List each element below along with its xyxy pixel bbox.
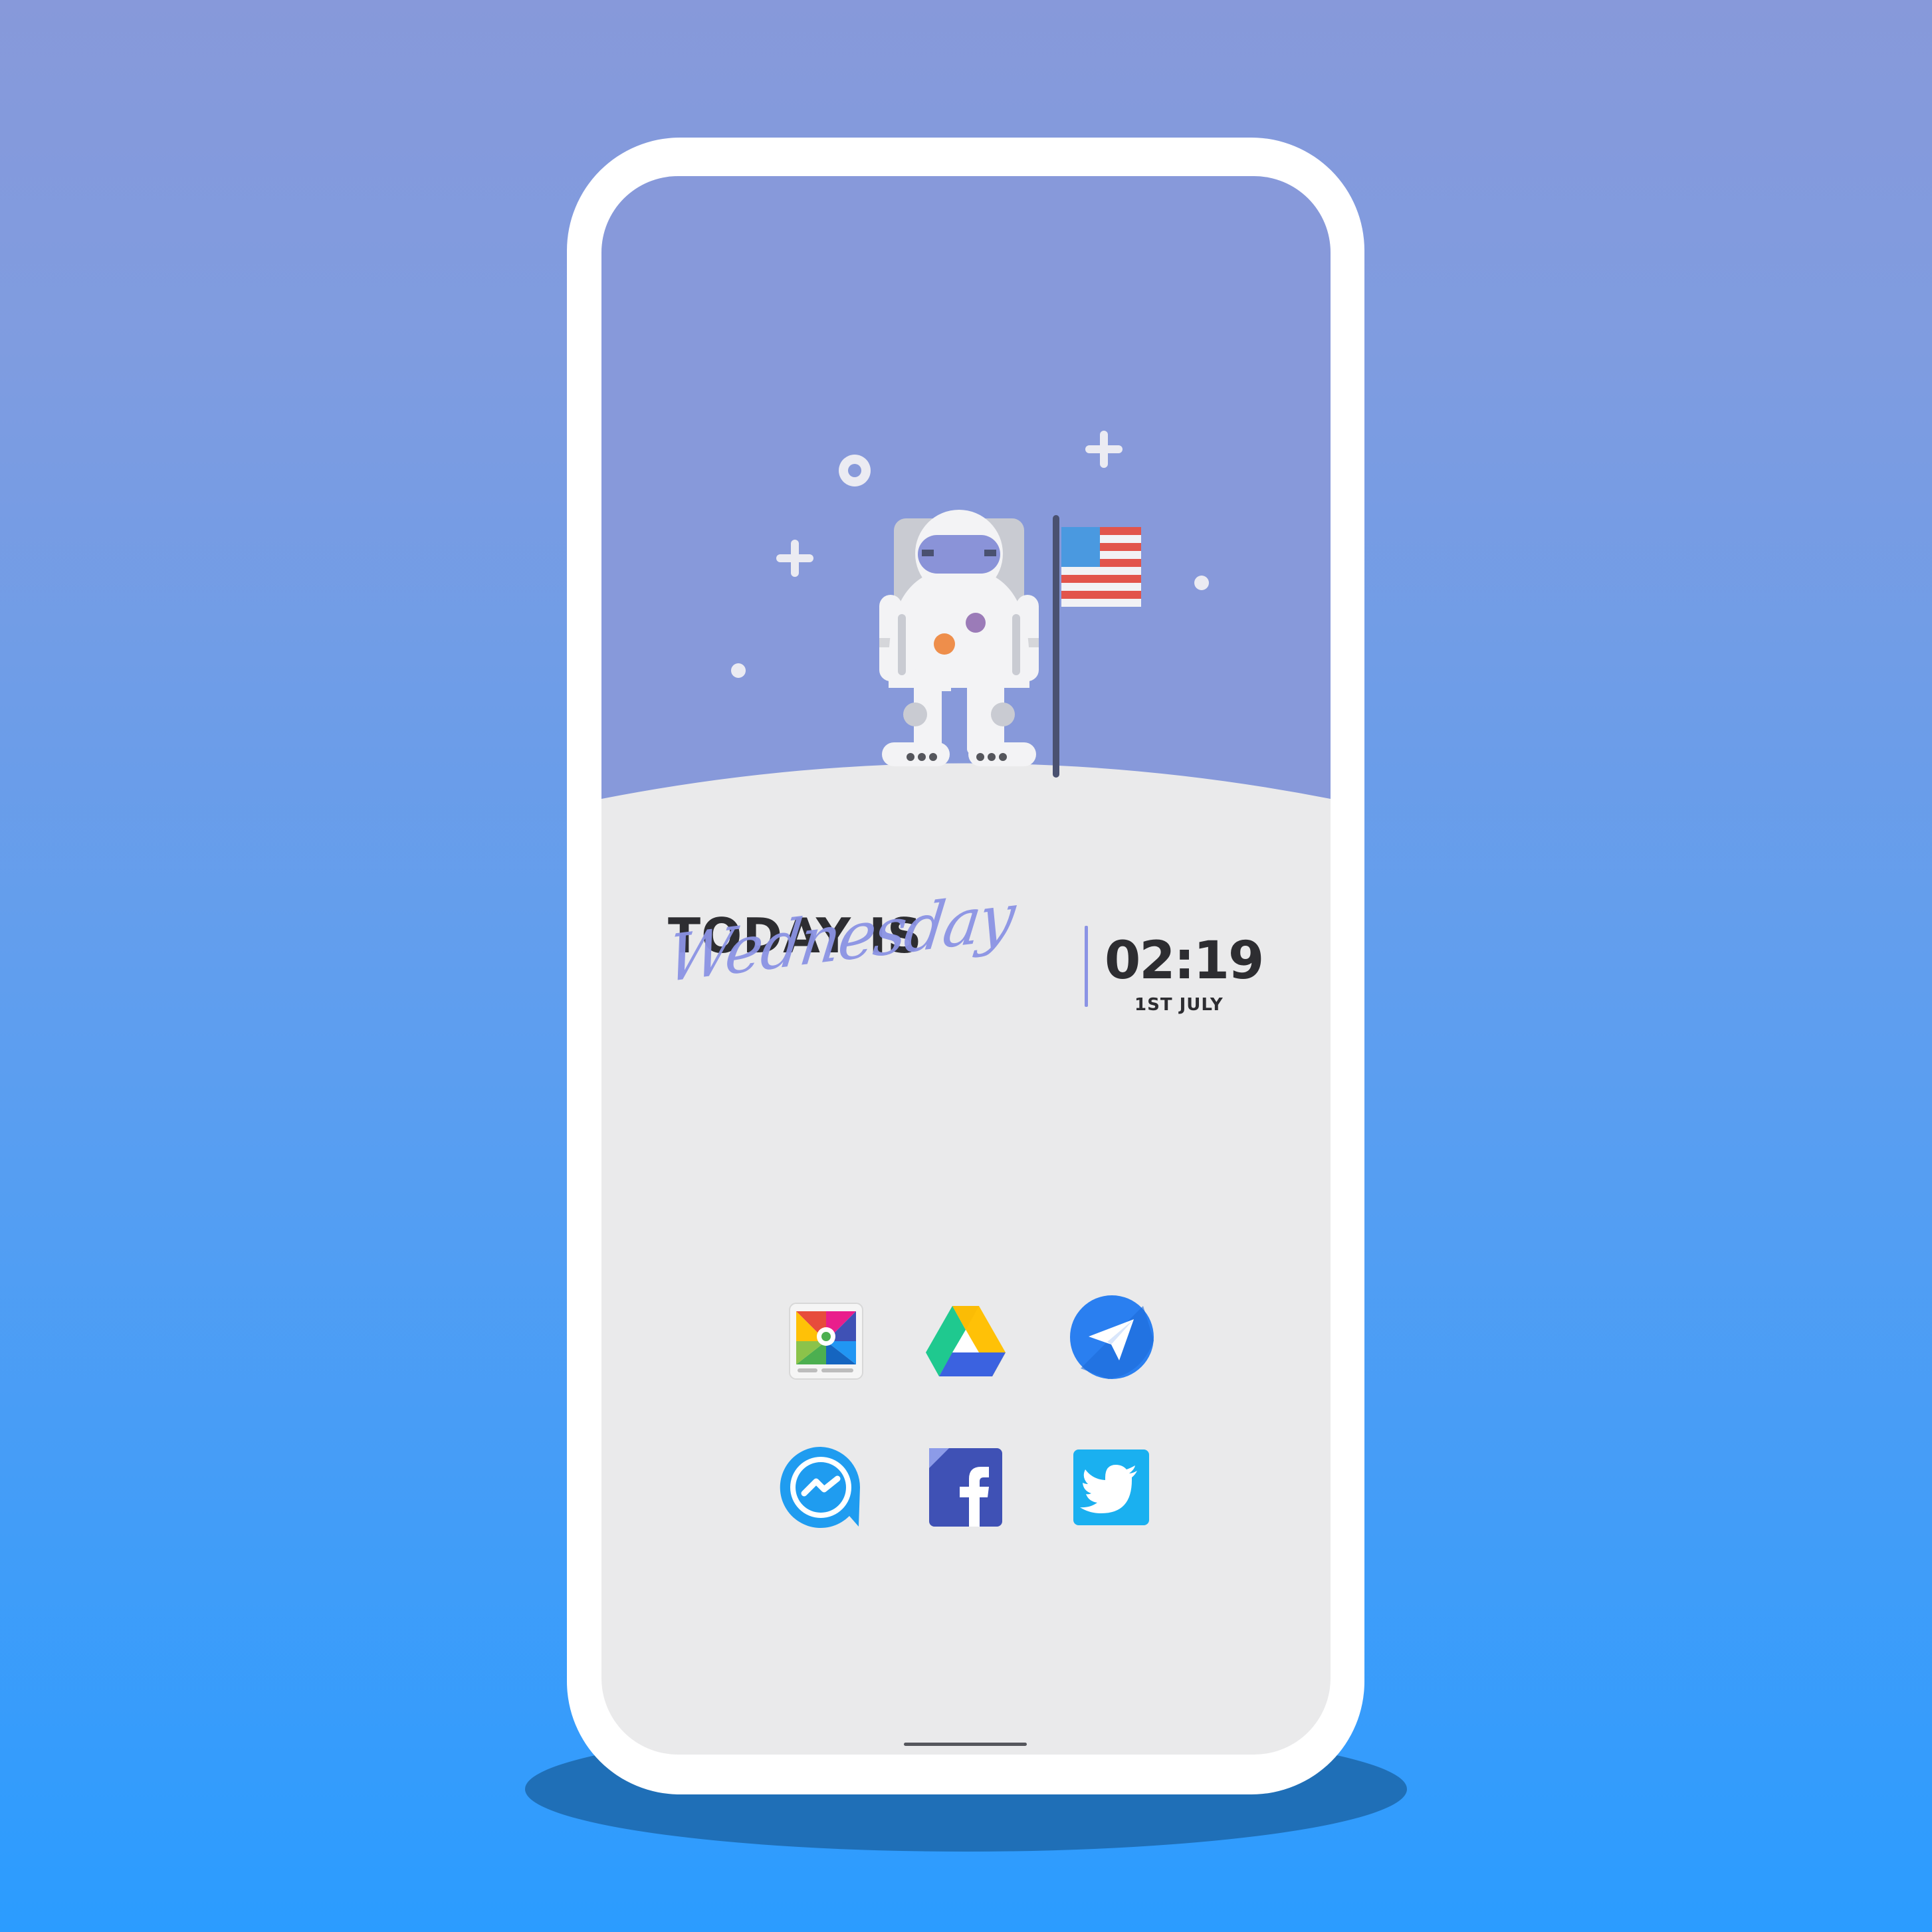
app-gallery[interactable]: [783, 1298, 869, 1384]
home-screen: TODAY IS Wednesday 02:19 1ST JULY: [601, 176, 1331, 1755]
twitter-bird-icon: [1073, 1449, 1149, 1525]
paper-plane-icon: [1070, 1295, 1154, 1379]
facebook-icon: [929, 1448, 1002, 1527]
app-drive[interactable]: [922, 1298, 1009, 1384]
photo-gallery-icon: [789, 1303, 863, 1380]
clock-date[interactable]: 1ST JULY: [1134, 996, 1224, 1014]
widget-divider: [1085, 926, 1088, 1007]
clock-time[interactable]: 02:19: [1105, 935, 1264, 987]
google-drive-icon: [926, 1306, 1006, 1376]
home-gesture-bar[interactable]: [904, 1743, 1027, 1746]
app-messenger[interactable]: [778, 1444, 864, 1531]
app-facebook[interactable]: [922, 1444, 1009, 1531]
app-telegram[interactable]: [1069, 1294, 1155, 1380]
wallpaper-astronaut-illustration: [601, 176, 1331, 1007]
messenger-icon: [780, 1446, 860, 1528]
app-twitter[interactable]: [1068, 1444, 1154, 1531]
